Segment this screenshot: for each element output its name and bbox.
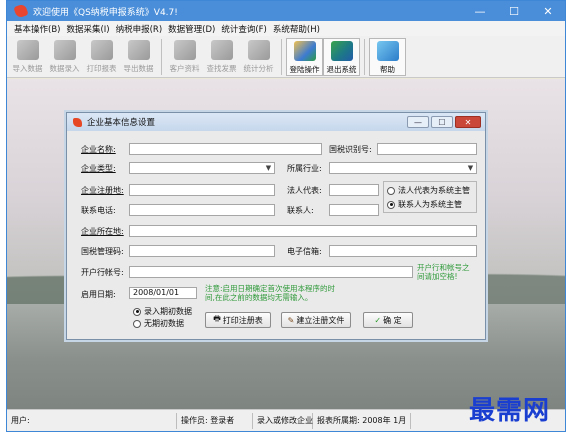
radio-legal-rep-manager[interactable]: 法人代表为系统主管: [387, 185, 470, 196]
company-name-label: 企业名称:: [81, 145, 116, 154]
radio-circle: [133, 319, 141, 328]
menu-basic[interactable]: 基本操作(B): [11, 23, 63, 35]
pen-icon: ✎: [287, 315, 295, 325]
customer-icon: [173, 40, 196, 60]
entry-icon: [53, 40, 76, 60]
export-icon: [127, 40, 150, 60]
dialog-app-icon: [73, 117, 82, 127]
print-register-button[interactable]: 🖶 打印注册表: [205, 312, 271, 328]
import-icon: [16, 40, 39, 60]
login-button[interactable]: 登陆操作: [286, 38, 323, 76]
customer-info-button[interactable]: 客户资料: [166, 38, 203, 76]
window-controls: — ☐ ✕: [463, 1, 565, 21]
status-hint: 录入或修改企业: [253, 412, 313, 429]
data-entry-button[interactable]: 数据录入: [46, 38, 83, 76]
bank-account-field[interactable]: [129, 266, 413, 278]
contact-label: 联系人:: [287, 206, 314, 215]
dialog-close-icon[interactable]: ✕: [455, 116, 481, 128]
industry-select[interactable]: ▼: [329, 162, 477, 174]
tax-code-field[interactable]: [129, 245, 275, 257]
menu-data-manage[interactable]: 数据管理(D): [165, 23, 218, 35]
ok-button[interactable]: ✓ 确 定: [363, 312, 413, 328]
toolbar-separator: [161, 39, 162, 75]
printer-icon: 🖶: [213, 314, 221, 323]
date-note-line1: 注意:启用日期确定首次使用本程序的时: [205, 284, 336, 293]
exit-door-icon: [330, 41, 353, 61]
stats-analysis-button[interactable]: 统计分析: [240, 38, 277, 76]
menu-data-collect[interactable]: 数据采集(I): [63, 23, 112, 35]
bank-account-label: 开户行帐号:: [81, 268, 124, 277]
dialog-window-controls: — ☐ ✕: [405, 116, 481, 128]
checkmark-icon: ✓: [374, 315, 382, 325]
status-user: 用户:: [7, 412, 177, 429]
dialog-title-bar[interactable]: 企业基本信息设置 — ☐ ✕: [67, 113, 485, 131]
date-note-line2: 间,在此之前的数据均无需输入。: [205, 293, 313, 302]
login-icon: [293, 41, 316, 61]
create-register-file-button[interactable]: ✎ 建立注册文件: [281, 312, 351, 328]
exit-button[interactable]: 退出系统: [323, 38, 360, 76]
location-label: 企业所在地:: [81, 227, 124, 236]
bank-note-line1: 开户行和帐号之: [417, 263, 470, 272]
radio-no-initial-data[interactable]: 无期初数据: [133, 318, 184, 329]
tax-code-label: 国税管理码:: [81, 247, 124, 256]
tax-id-field[interactable]: [377, 143, 477, 155]
invoice-icon: [210, 40, 233, 60]
dialog-title: 企业基本信息设置: [87, 118, 156, 128]
watermark: 最需网: [469, 396, 551, 426]
company-name-field[interactable]: [129, 143, 322, 155]
radio-circle: [387, 200, 395, 209]
menu-help[interactable]: 系统帮助(H): [270, 23, 323, 35]
phone-field[interactable]: [129, 204, 275, 216]
status-period: 报表所属期: 2008年 1月: [313, 412, 411, 429]
maximize-icon[interactable]: ☐: [497, 1, 531, 21]
radio-contact-manager[interactable]: 联系人为系统主管: [387, 199, 462, 210]
legal-rep-field[interactable]: [329, 184, 379, 196]
help-button[interactable]: 帮助: [369, 38, 406, 76]
legal-rep-label: 法人代表:: [287, 186, 322, 195]
chart-icon: [247, 40, 270, 60]
start-date-label: 启用日期:: [81, 290, 116, 299]
start-date-field[interactable]: 2008/01/01: [129, 287, 197, 299]
reg-address-label: 企业注册地:: [81, 186, 124, 195]
company-info-dialog: 企业基本信息设置 — ☐ ✕ 企业名称: 国税识别号: 企业类型: ▼ 所属行业…: [66, 112, 486, 340]
import-data-button[interactable]: 导入数据: [9, 38, 46, 76]
radio-enter-initial-data[interactable]: 录入期初数据: [133, 306, 192, 317]
radio-circle: [387, 186, 395, 195]
printer-icon: [90, 40, 113, 60]
chevron-down-icon: ▼: [265, 164, 272, 172]
window-title: 欢迎使用《QS纳税申报系统》V4.7!: [33, 7, 178, 18]
menu-tax-declare[interactable]: 纳税申报(R): [113, 23, 166, 35]
close-icon[interactable]: ✕: [531, 1, 565, 21]
radio-circle: [133, 307, 141, 316]
find-invoice-button[interactable]: 查找发票: [203, 38, 240, 76]
app-icon: [13, 3, 29, 19]
location-field[interactable]: [129, 225, 477, 237]
reg-address-field[interactable]: [129, 184, 275, 196]
toolbar-separator: [364, 39, 365, 75]
status-operator: 操作员: 登录者: [177, 412, 253, 429]
minimize-icon[interactable]: —: [463, 1, 497, 21]
toolbar-separator: [281, 39, 282, 75]
company-type-label: 企业类型:: [81, 164, 116, 173]
print-report-button[interactable]: 打印报表: [83, 38, 120, 76]
dialog-maximize-icon[interactable]: ☐: [431, 116, 453, 128]
tax-id-label: 国税识别号:: [329, 145, 372, 154]
menu-stats[interactable]: 统计查询(F): [218, 23, 270, 35]
title-bar[interactable]: 欢迎使用《QS纳税申报系统》V4.7! — ☐ ✕: [7, 1, 565, 21]
toolbar: 导入数据 数据录入 打印报表 导出数据 客户资料 查找发票 统计分析 登陆操作 …: [7, 36, 565, 78]
contact-field[interactable]: [329, 204, 379, 216]
menu-bar: 基本操作(B) 数据采集(I) 纳税申报(R) 数据管理(D) 统计查询(F) …: [7, 21, 565, 36]
company-type-select[interactable]: ▼: [129, 162, 275, 174]
email-field[interactable]: [329, 245, 477, 257]
industry-label: 所属行业:: [287, 164, 322, 173]
email-label: 电子信箱:: [287, 247, 322, 256]
bank-note-line2: 间请加空格!: [417, 272, 458, 281]
help-icon: [376, 41, 399, 61]
dialog-minimize-icon[interactable]: —: [407, 116, 429, 128]
phone-label: 联系电话:: [81, 206, 116, 215]
chevron-down-icon: ▼: [467, 164, 474, 172]
export-data-button[interactable]: 导出数据: [120, 38, 157, 76]
